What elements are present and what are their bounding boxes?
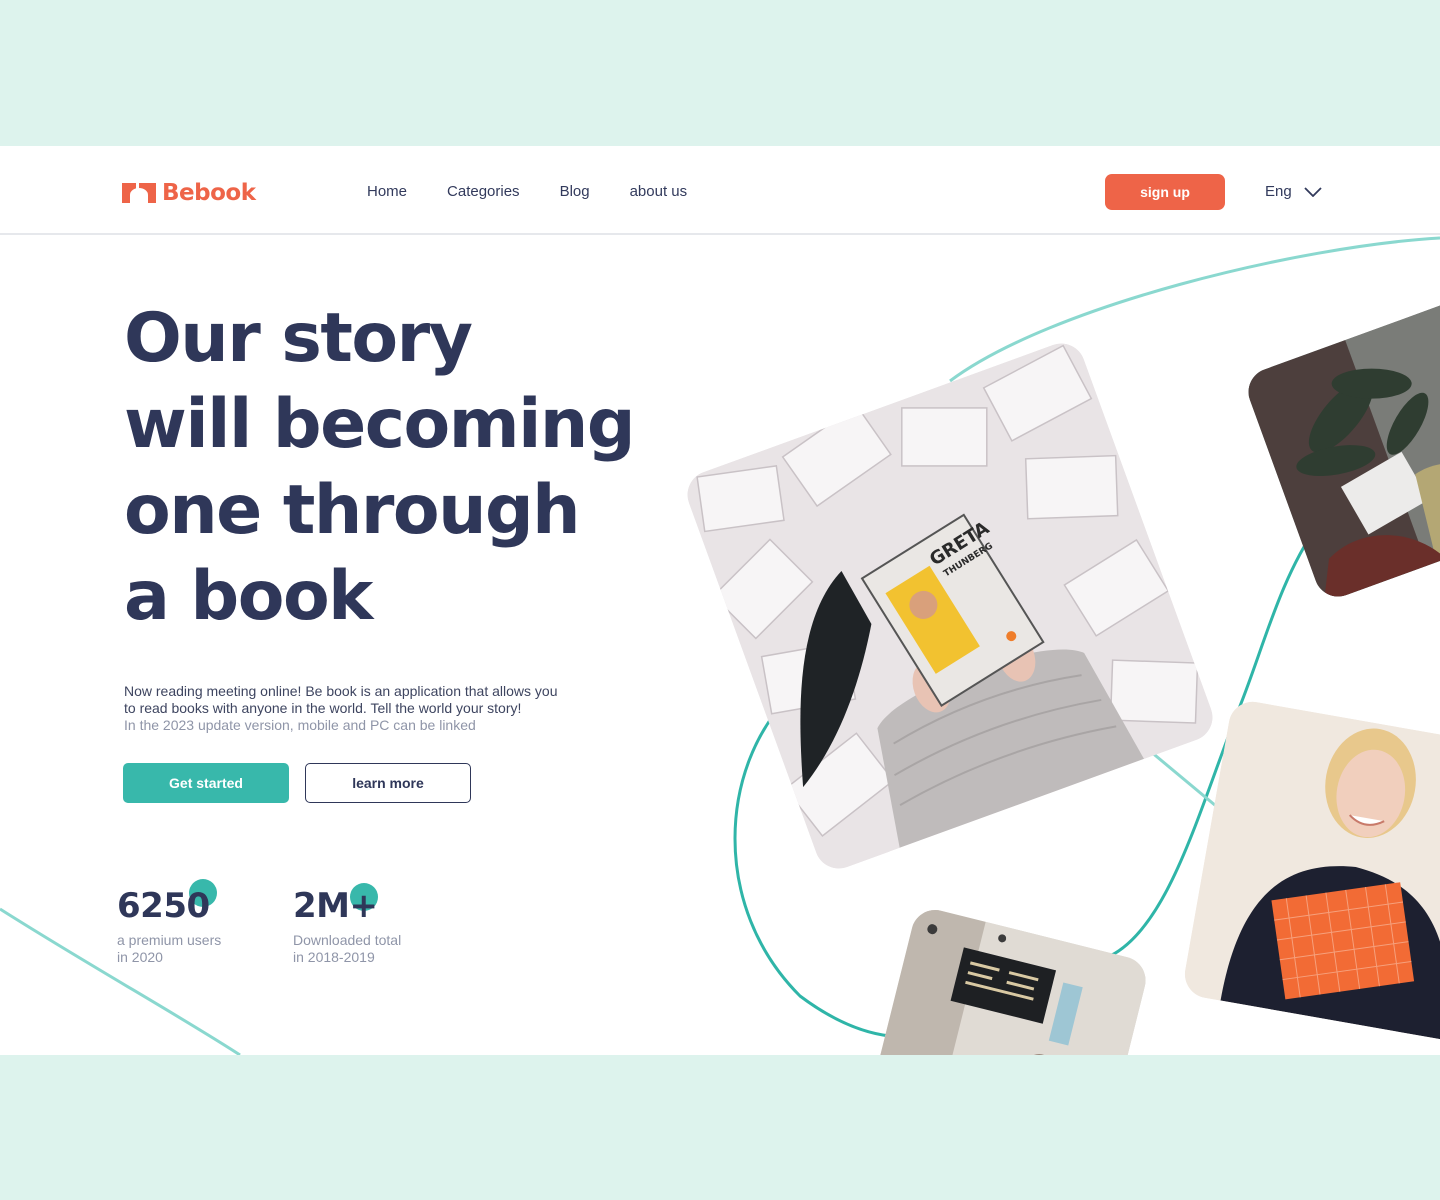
stat-label-line: a premium users (117, 932, 222, 948)
hero-title-line: a book (124, 557, 373, 636)
main-nav: Home Categories Blog about us (367, 183, 687, 200)
brand-name: Bebook (162, 180, 256, 206)
logo-icon (122, 183, 156, 203)
stat-label-line: Downloaded total (293, 932, 402, 948)
hero-description: Now reading meeting online! Be book is a… (124, 683, 604, 734)
stat-downloads: 2M+ Downloaded total in 2018-2019 (293, 878, 401, 966)
sign-up-button[interactable]: sign up (1105, 174, 1225, 210)
stat-premium-users: 6250 a premium users in 2020 (117, 878, 221, 966)
learn-more-button[interactable]: learn more (305, 763, 471, 803)
stat-label: a premium users in 2020 (117, 932, 221, 966)
description-line: to read books with anyone in the world. … (124, 700, 522, 716)
hero-title-line: Our story (124, 299, 473, 378)
nav-about-us[interactable]: about us (630, 183, 688, 200)
stat-label-line: in 2018-2019 (293, 949, 375, 965)
chevron-down-icon (1304, 186, 1322, 197)
get-started-button[interactable]: Get started (123, 763, 289, 803)
stat-value: 2M+ (293, 886, 378, 926)
nav-categories[interactable]: Categories (447, 183, 520, 200)
brand-logo[interactable]: Bebook (122, 180, 256, 206)
stat-label: Downloaded total in 2018-2019 (293, 932, 401, 966)
hero-title: Our story will becoming one through a bo… (124, 296, 636, 640)
hero-title-line: will becoming (124, 385, 636, 464)
update-note: In the 2023 update version, mobile and P… (124, 717, 476, 733)
stat-value: 6250 (117, 886, 210, 926)
nav-blog[interactable]: Blog (560, 183, 590, 200)
description-line: Now reading meeting online! Be book is a… (124, 683, 558, 699)
hero-title-line: one through (124, 471, 581, 550)
landing-page: Bebook Home Categories Blog about us sig… (0, 146, 1440, 1055)
nav-home[interactable]: Home (367, 183, 407, 200)
top-navbar: Bebook Home Categories Blog about us sig… (0, 146, 1440, 235)
language-label: Eng (1265, 183, 1292, 200)
stat-label-line: in 2020 (117, 949, 163, 965)
language-selector[interactable]: Eng (1265, 183, 1322, 200)
